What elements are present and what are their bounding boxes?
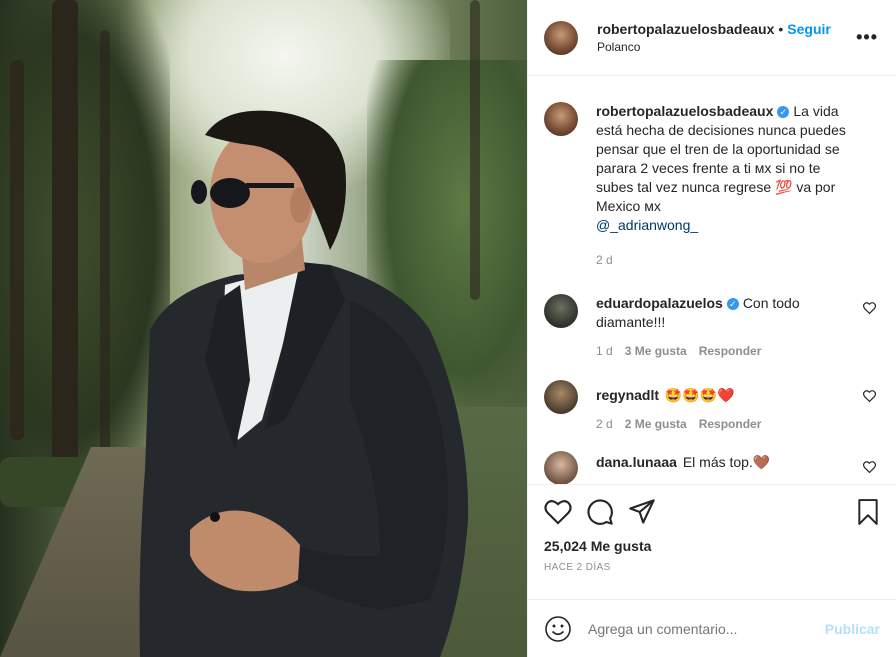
comment-text: El más top.🤎 [682, 454, 771, 470]
commenter-username[interactable]: dana.lunaaa [596, 454, 677, 470]
comment-body: eduardopalazuelos ✓ Con todo diamante!!! 1… [596, 294, 858, 358]
comment-bubble-icon[interactable] [586, 498, 614, 526]
likes-count[interactable]: 25,024 Me gusta [544, 538, 880, 554]
author-info: robertopalazuelosbadeaux • Seguir Polanco [597, 20, 831, 56]
caption-meta: 2 d [596, 253, 858, 267]
add-comment-bar: Publicar [528, 599, 896, 657]
comment-like-heart-icon[interactable] [863, 390, 876, 402]
mention-link[interactable]: @_adrianwong_ [596, 217, 698, 233]
comment-like-heart-icon[interactable] [863, 461, 876, 473]
bookmark-icon[interactable] [856, 499, 880, 525]
caption-username[interactable]: robertopalazuelosbadeaux [596, 103, 773, 119]
flag-mexico-icon: ᴍx [644, 198, 661, 214]
comment-item: regynadlt 🤩🤩🤩❤️ 2 d 2 Me gusta Responder [544, 380, 880, 431]
verified-badge-icon: ✓ [726, 298, 739, 310]
post-actions: 25,024 Me gusta HACE 2 DÍAS [528, 484, 896, 599]
comment-meta: 1 d 3 Me gusta Responder [596, 344, 858, 358]
comment-text: 🤩🤩🤩❤️ [664, 387, 735, 403]
post-photo[interactable] [0, 0, 527, 657]
commenter-username[interactable]: regynadlt [596, 387, 659, 403]
smiley-icon[interactable] [544, 615, 572, 643]
caption-body: robertopalazuelosbadeaux ✓ La vida está he… [596, 102, 858, 267]
comment-likes[interactable]: 2 Me gusta [625, 417, 687, 431]
commenter-avatar[interactable] [544, 451, 578, 484]
comment-meta: 2 d 2 Me gusta Responder [596, 417, 858, 431]
post-date[interactable]: HACE 2 DÍAS [544, 562, 880, 573]
author-username[interactable]: robertopalazuelosbadeaux [597, 21, 774, 37]
send-icon[interactable] [628, 499, 656, 525]
comment-time[interactable]: 1 d [596, 344, 613, 358]
comment-item: eduardopalazuelos ✓ Con todo diamante!!! 1… [544, 294, 880, 358]
post-side-panel: robertopalazuelosbadeaux • Seguir Polanco … [527, 0, 896, 657]
post-location[interactable]: Polanco [597, 38, 831, 56]
hundred-emoji-icon: 💯 [775, 179, 793, 195]
author-avatar[interactable] [544, 20, 578, 55]
reply-button[interactable]: Responder [699, 344, 762, 358]
caption-avatar[interactable] [544, 102, 578, 136]
flag-mexico-icon: ᴍx [754, 160, 772, 176]
follow-button[interactable]: Seguir [787, 21, 831, 37]
more-options-icon[interactable]: ••• [856, 28, 878, 46]
caption-time[interactable]: 2 d [596, 253, 613, 267]
separator-dot: • [778, 20, 784, 37]
comment-time[interactable]: 2 d [596, 417, 613, 431]
reply-button[interactable]: Responder [699, 417, 762, 431]
caption: robertopalazuelosbadeaux ✓ La vida está he… [544, 92, 880, 267]
commenter-avatar[interactable] [544, 294, 578, 328]
comment-body: dana.lunaaa El más top.🤎 [596, 451, 858, 484]
comment-item: dana.lunaaa El más top.🤎 [544, 451, 880, 484]
post-header: robertopalazuelosbadeaux • Seguir Polanco … [528, 0, 896, 76]
action-icons [544, 499, 880, 525]
comment-input[interactable] [588, 620, 817, 637]
commenter-username[interactable]: eduardopalazuelos [596, 295, 723, 311]
comments-list[interactable]: robertopalazuelosbadeaux ✓ La vida está he… [528, 76, 896, 484]
comment-like-heart-icon[interactable] [863, 302, 876, 314]
heart-icon[interactable] [544, 499, 572, 525]
publish-button[interactable]: Publicar [825, 621, 880, 637]
man-in-suit-figure [139, 110, 469, 657]
comment-likes[interactable]: 3 Me gusta [625, 344, 687, 358]
commenter-avatar[interactable] [544, 380, 578, 414]
verified-badge-icon: ✓ [777, 106, 790, 118]
post-modal: robertopalazuelosbadeaux • Seguir Polanco … [0, 0, 896, 657]
comment-body: regynadlt 🤩🤩🤩❤️ 2 d 2 Me gusta Responder [596, 380, 858, 431]
